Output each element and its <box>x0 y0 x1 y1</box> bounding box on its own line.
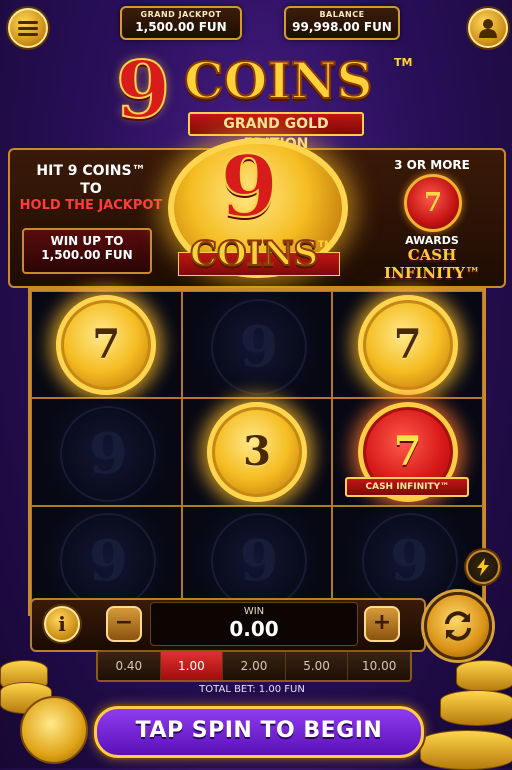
grid-cell: 3 <box>181 398 333 506</box>
center-coins: COINS <box>189 233 319 275</box>
turbo-button[interactable] <box>466 550 500 584</box>
grid-cell: 9 <box>181 291 333 399</box>
gold-coin-stack-decoration <box>456 660 512 692</box>
gold-coin: 7 <box>357 294 458 395</box>
balance-value: 99,998.00 FUN <box>292 20 392 34</box>
logo-nine: 9 <box>115 45 171 136</box>
empty-coin-slot: 9 <box>210 513 307 610</box>
gold-coin-stack-decoration <box>420 730 512 770</box>
tap-spin-button[interactable]: TAP SPIN TO BEGIN <box>94 706 424 758</box>
grand-jackpot-display: GRAND JACKPOT 1,500.00 FUN <box>120 6 242 40</box>
win-up-line-2: 1,500.00 FUN <box>41 248 133 262</box>
bet-selector: 0.40 1.00 2.00 5.00 10.00 <box>96 650 412 682</box>
gold-coin: 7 <box>56 294 157 395</box>
menu-icon <box>18 21 38 36</box>
hit-nine-text: HIT 9 COINS™ TO HOLD THE JACKPOT <box>16 162 166 213</box>
user-icon <box>479 19 497 38</box>
grid-cell: 7 CASH INFINITY™ <box>332 398 483 506</box>
lightning-icon <box>477 558 489 576</box>
total-bet-label: TOTAL BET: 1.00 FUN <box>199 684 305 695</box>
gold-coin-decoration <box>20 696 88 764</box>
bet-option[interactable]: 2.00 <box>223 652 286 680</box>
grid-cell: 9 <box>31 505 182 613</box>
win-up-line-1: WIN UP TO <box>50 234 124 248</box>
account-button[interactable] <box>468 8 508 48</box>
center-nine: 9 <box>219 137 279 236</box>
cash-infinity-ribbon: CASH INFINITY™ <box>345 477 470 498</box>
grid-cell: 9 <box>31 398 182 506</box>
hit-line-3: HOLD THE JACKPOT <box>19 198 163 213</box>
balance-display: BALANCE 99,998.00 FUN <box>284 6 400 40</box>
grid-cell: 7 <box>31 291 182 399</box>
logo-tm: TM <box>394 56 413 69</box>
jackpot-value: 1,500.00 FUN <box>135 20 227 34</box>
bet-option[interactable]: 0.40 <box>98 652 161 680</box>
center-tm: TM <box>318 240 334 250</box>
win-value: 0.00 <box>229 617 279 641</box>
win-up-to-box: WIN UP TO 1,500.00 FUN <box>22 228 152 274</box>
grid-cell: 9 <box>181 505 333 613</box>
win-caption: WIN <box>243 606 265 617</box>
empty-coin-slot: 9 <box>60 405 157 502</box>
refresh-arrows-icon <box>445 611 471 641</box>
game-logo: 9 COINS TM GRAND GOLD EDITION <box>110 45 413 153</box>
empty-coin-slot: 9 <box>210 298 307 395</box>
empty-coin-slot: 9 <box>60 513 157 610</box>
bet-option-selected[interactable]: 1.00 <box>160 652 224 680</box>
hit-line-2: TO <box>80 181 102 197</box>
info-icon: i <box>58 612 66 636</box>
menu-button[interactable] <box>8 8 48 48</box>
balance-caption: BALANCE <box>319 10 365 19</box>
bet-option[interactable]: 5.00 <box>285 652 349 680</box>
gold-coin: 3 <box>206 401 307 502</box>
cash-infinity-text: CASH INFINITY™ <box>384 246 480 282</box>
jackpot-caption: GRAND JACKPOT <box>140 10 222 19</box>
reel-grid: 7 9 7 9 3 7 CASH INFINITY™ 9 9 9 <box>28 288 486 616</box>
gold-coin-stack-decoration <box>440 690 512 726</box>
spin-button[interactable] <box>424 592 492 660</box>
decrease-bet-button[interactable]: − <box>106 606 142 642</box>
award-coin: 7 <box>404 174 462 232</box>
edition-ribbon: GRAND GOLD EDITION <box>188 112 364 152</box>
hit-line-1: HIT 9 COINS™ <box>36 163 146 179</box>
grid-cell: 7 <box>332 291 483 399</box>
logo-coins: COINS <box>183 51 374 110</box>
bet-option[interactable]: 10.00 <box>348 652 410 680</box>
increase-bet-button[interactable]: + <box>364 606 400 642</box>
info-button[interactable]: i <box>44 606 80 642</box>
win-display: WIN 0.00 <box>150 602 358 646</box>
three-or-more-text: 3 OR MORE <box>394 158 470 172</box>
